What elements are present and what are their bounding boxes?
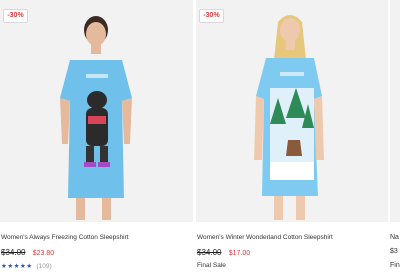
discount-badge: -30% — [199, 9, 224, 23]
product-title[interactable]: Women's Always Freezing Cotton Sleepshir… — [1, 234, 129, 241]
original-price: $34.00 — [197, 248, 222, 257]
rating[interactable]: ★★★★★ (109) — [1, 262, 52, 270]
original-price: $3 — [390, 248, 398, 255]
product-grid: -30% Women's Always Freezing Cotton Slee… — [0, 0, 400, 272]
star-rating-icon: ★★★★★ — [1, 263, 33, 270]
product-image[interactable] — [390, 0, 400, 222]
product-title[interactable]: Na — [390, 234, 399, 241]
model-photo — [60, 16, 132, 220]
product-image[interactable]: -30% — [196, 0, 388, 222]
product-card[interactable]: Na $3 Fin — [390, 0, 400, 272]
product-card[interactable]: -30% Women's Winter Wonderland Cotton Sl… — [196, 0, 388, 272]
price-row: $34.00 $23.80 — [1, 248, 54, 257]
price-row: $34.00 $17.00 — [197, 248, 250, 257]
final-sale-label: Fin — [390, 262, 400, 269]
original-price: $34.00 — [1, 248, 26, 257]
sale-price: $23.80 — [32, 250, 55, 257]
discount-badge: -30% — [3, 9, 28, 23]
product-title[interactable]: Women's Winter Wonderland Cotton Sleepsh… — [197, 234, 333, 241]
review-count: (109) — [36, 263, 52, 270]
final-sale-label: Final Sale — [197, 262, 226, 269]
product-image[interactable]: -30% — [0, 0, 193, 222]
sale-price: $17.00 — [228, 250, 251, 257]
product-card[interactable]: -30% Women's Always Freezing Cotton Slee… — [0, 0, 193, 272]
model-photo — [254, 15, 324, 220]
